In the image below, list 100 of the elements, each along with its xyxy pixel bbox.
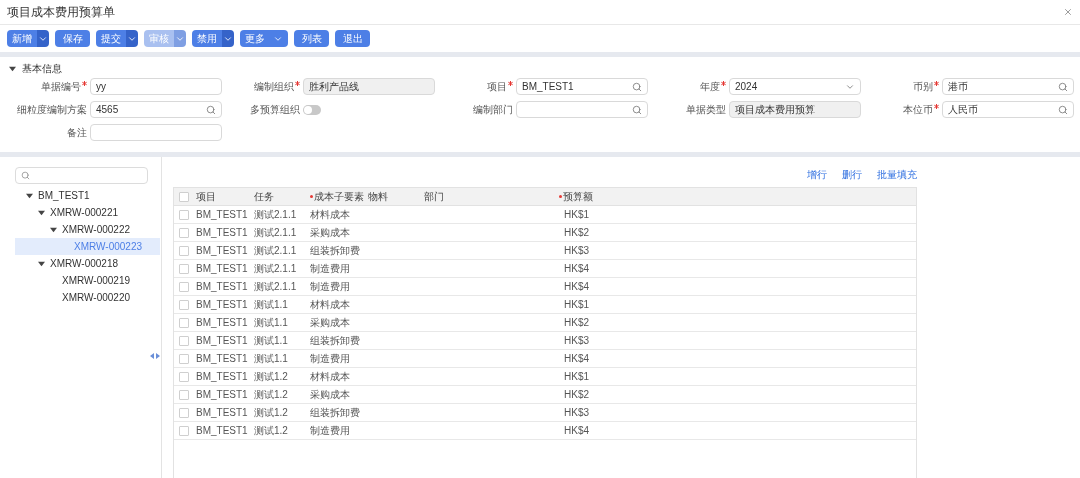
table-cell: HK$4	[564, 281, 589, 292]
table-cell: BM_TEST1	[196, 371, 248, 382]
table-cell: 制造费用	[310, 281, 350, 292]
input-field[interactable]: 4565	[90, 101, 222, 118]
input-field[interactable]: 胜利产品线	[303, 78, 435, 95]
table-cell: BM_TEST1	[196, 407, 248, 418]
tree-item[interactable]: BM_TEST1	[15, 187, 160, 204]
table-cell: 材料成本	[310, 299, 350, 310]
field-label: 备注	[67, 126, 87, 140]
table-cell: BM_TEST1	[196, 317, 248, 328]
table-cell: HK$1	[564, 371, 589, 382]
input-field[interactable]	[516, 101, 648, 118]
tree-item[interactable]: XMRW-000220	[15, 289, 160, 306]
input-field[interactable]: 人民币	[942, 101, 1074, 118]
column-header: 成本子要素	[314, 190, 364, 204]
table-cell: HK$4	[564, 353, 589, 364]
table-cell: BM_TEST1	[196, 299, 248, 310]
row-checkbox[interactable]	[179, 317, 189, 328]
field-label: 多预算组织	[250, 103, 300, 117]
row-checkbox[interactable]	[179, 299, 189, 310]
splitter-arrows-icon[interactable]	[150, 353, 160, 359]
tree-item[interactable]: XMRW-000222	[15, 221, 160, 238]
tree-item[interactable]: XMRW-000218	[15, 255, 160, 272]
row-checkbox[interactable]	[179, 227, 189, 238]
row-checkbox[interactable]	[179, 209, 189, 220]
search-icon	[1058, 81, 1068, 92]
table-cell: BM_TEST1	[196, 353, 248, 364]
table-cell: 测试1.1	[254, 353, 288, 364]
row-checkbox[interactable]	[179, 389, 189, 400]
search-icon	[1058, 104, 1068, 115]
table-cell: 测试1.2	[254, 425, 288, 436]
table-cell: HK$1	[564, 209, 589, 220]
toggle-switch[interactable]	[303, 104, 321, 115]
table-cell: 组装拆卸费	[310, 335, 360, 346]
table-cell: 测试1.2	[254, 389, 288, 400]
input-field[interactable]	[90, 124, 222, 141]
table-cell: 组装拆卸费	[310, 245, 360, 256]
tree-item[interactable]: XMRW-000221	[15, 204, 160, 221]
row-checkbox[interactable]	[179, 263, 189, 274]
row-checkbox[interactable]	[179, 245, 189, 256]
row-checkbox[interactable]	[179, 371, 189, 382]
input-field[interactable]: yy	[90, 78, 222, 95]
table-cell: HK$1	[564, 299, 589, 310]
menu-button[interactable]: 更多	[240, 30, 288, 47]
table-action-link[interactable]: 删行	[842, 167, 862, 182]
table-action-link[interactable]: 增行	[807, 167, 827, 182]
table-cell: 测试1.1	[254, 317, 288, 328]
table-cell: HK$2	[564, 317, 589, 328]
table-cell: 采购成本	[310, 227, 350, 238]
table-cell: BM_TEST1	[196, 335, 248, 346]
table-cell: 测试2.1.1	[254, 245, 297, 256]
row-checkbox[interactable]	[179, 191, 189, 202]
tree-item[interactable]: XMRW-000219	[15, 272, 160, 289]
close-icon[interactable]	[1063, 7, 1073, 17]
table-cell: BM_TEST1	[196, 425, 248, 436]
table-action-link[interactable]: 批量填充	[877, 167, 917, 182]
column-header: 项目	[196, 190, 216, 204]
table-cell: 制造费用	[310, 353, 350, 364]
row-checkbox[interactable]	[179, 425, 189, 436]
search-icon	[632, 104, 642, 115]
column-header: 任务	[254, 190, 274, 204]
search-icon	[21, 171, 30, 180]
field-label: 细粒度编制方案	[17, 103, 87, 117]
input-field[interactable]: 项目成本费用预算	[729, 101, 861, 118]
table-cell: BM_TEST1	[196, 389, 248, 400]
table-cell: HK$3	[564, 245, 589, 256]
table-cell: BM_TEST1	[196, 263, 248, 274]
table-cell: BM_TEST1	[196, 227, 248, 238]
field-label: 本位币	[903, 103, 933, 117]
table-cell: 采购成本	[310, 389, 350, 400]
field-label: 编制组织	[254, 80, 294, 94]
column-header: 预算额	[563, 190, 593, 204]
table-cell: 材料成本	[310, 371, 350, 382]
tree-search-field[interactable]	[15, 167, 148, 184]
field-label: 编制部门	[473, 103, 513, 117]
input-field[interactable]: 港币	[942, 78, 1074, 95]
table-cell: BM_TEST1	[196, 245, 248, 256]
row-checkbox[interactable]	[179, 281, 189, 292]
toolbar-button[interactable]: 列表	[294, 30, 329, 47]
row-checkbox[interactable]	[179, 335, 189, 346]
toolbar-button[interactable]: 退出	[335, 30, 370, 47]
toolbar-button[interactable]: 保存	[55, 30, 90, 47]
table-cell: 测试1.1	[254, 299, 288, 310]
table-cell: HK$4	[564, 263, 589, 274]
field-label: 年度	[700, 80, 720, 94]
table-cell: HK$2	[564, 227, 589, 238]
table-cell: BM_TEST1	[196, 209, 248, 220]
input-field[interactable]: BM_TEST1	[516, 78, 648, 95]
search-icon	[632, 81, 642, 92]
table-cell: 制造费用	[310, 425, 350, 436]
table-cell: 测试1.1	[254, 335, 288, 346]
table-cell: HK$4	[564, 425, 589, 436]
row-checkbox[interactable]	[179, 353, 189, 364]
select-field[interactable]: 2024	[729, 78, 861, 95]
row-checkbox[interactable]	[179, 407, 189, 418]
table-cell: 测试2.1.1	[254, 227, 297, 238]
table-cell: BM_TEST1	[196, 281, 248, 292]
search-icon	[206, 104, 216, 115]
field-label: 单据编号	[41, 80, 81, 94]
table-cell: 采购成本	[310, 317, 350, 328]
